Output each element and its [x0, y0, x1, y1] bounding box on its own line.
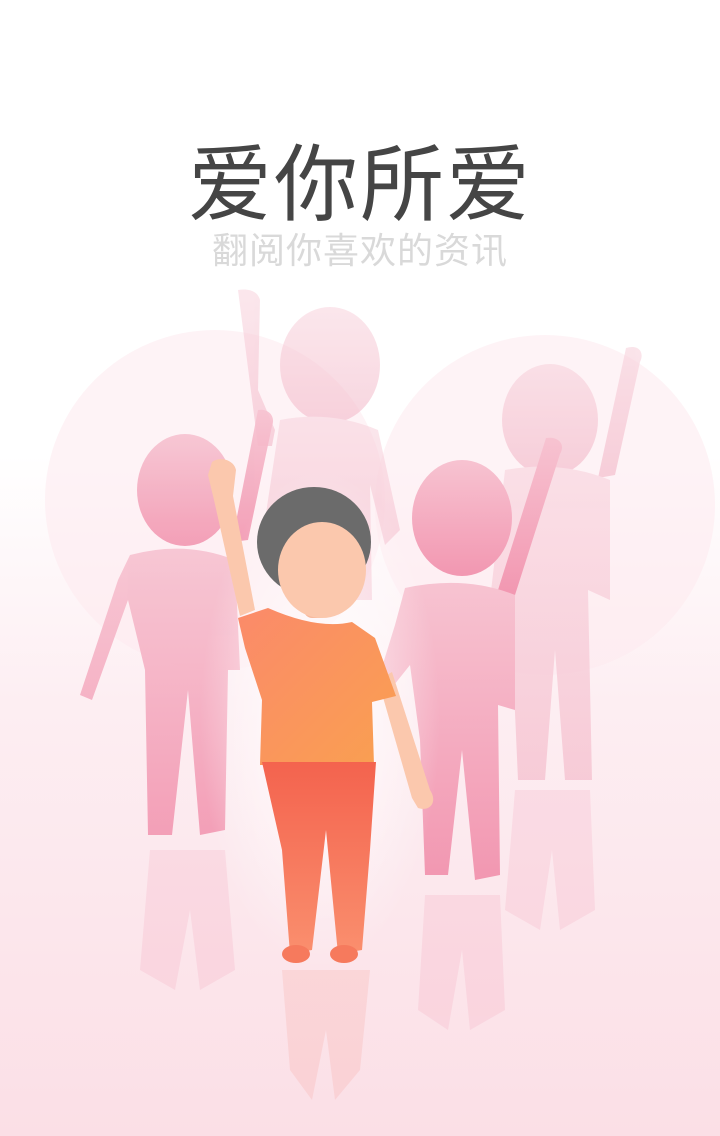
splash-screen: 爱你所爱 翻阅你喜欢的资讯	[0, 0, 720, 1136]
main-foot-right	[330, 945, 358, 963]
main-face	[278, 522, 366, 618]
splash-subheadline: 翻阅你喜欢的资讯	[211, 231, 508, 272]
main-character-reflection	[282, 970, 370, 1100]
main-foot-left	[282, 945, 310, 963]
crowd-celebration-illustration	[45, 289, 715, 1100]
splash-headline: 爱你所爱	[187, 136, 532, 234]
